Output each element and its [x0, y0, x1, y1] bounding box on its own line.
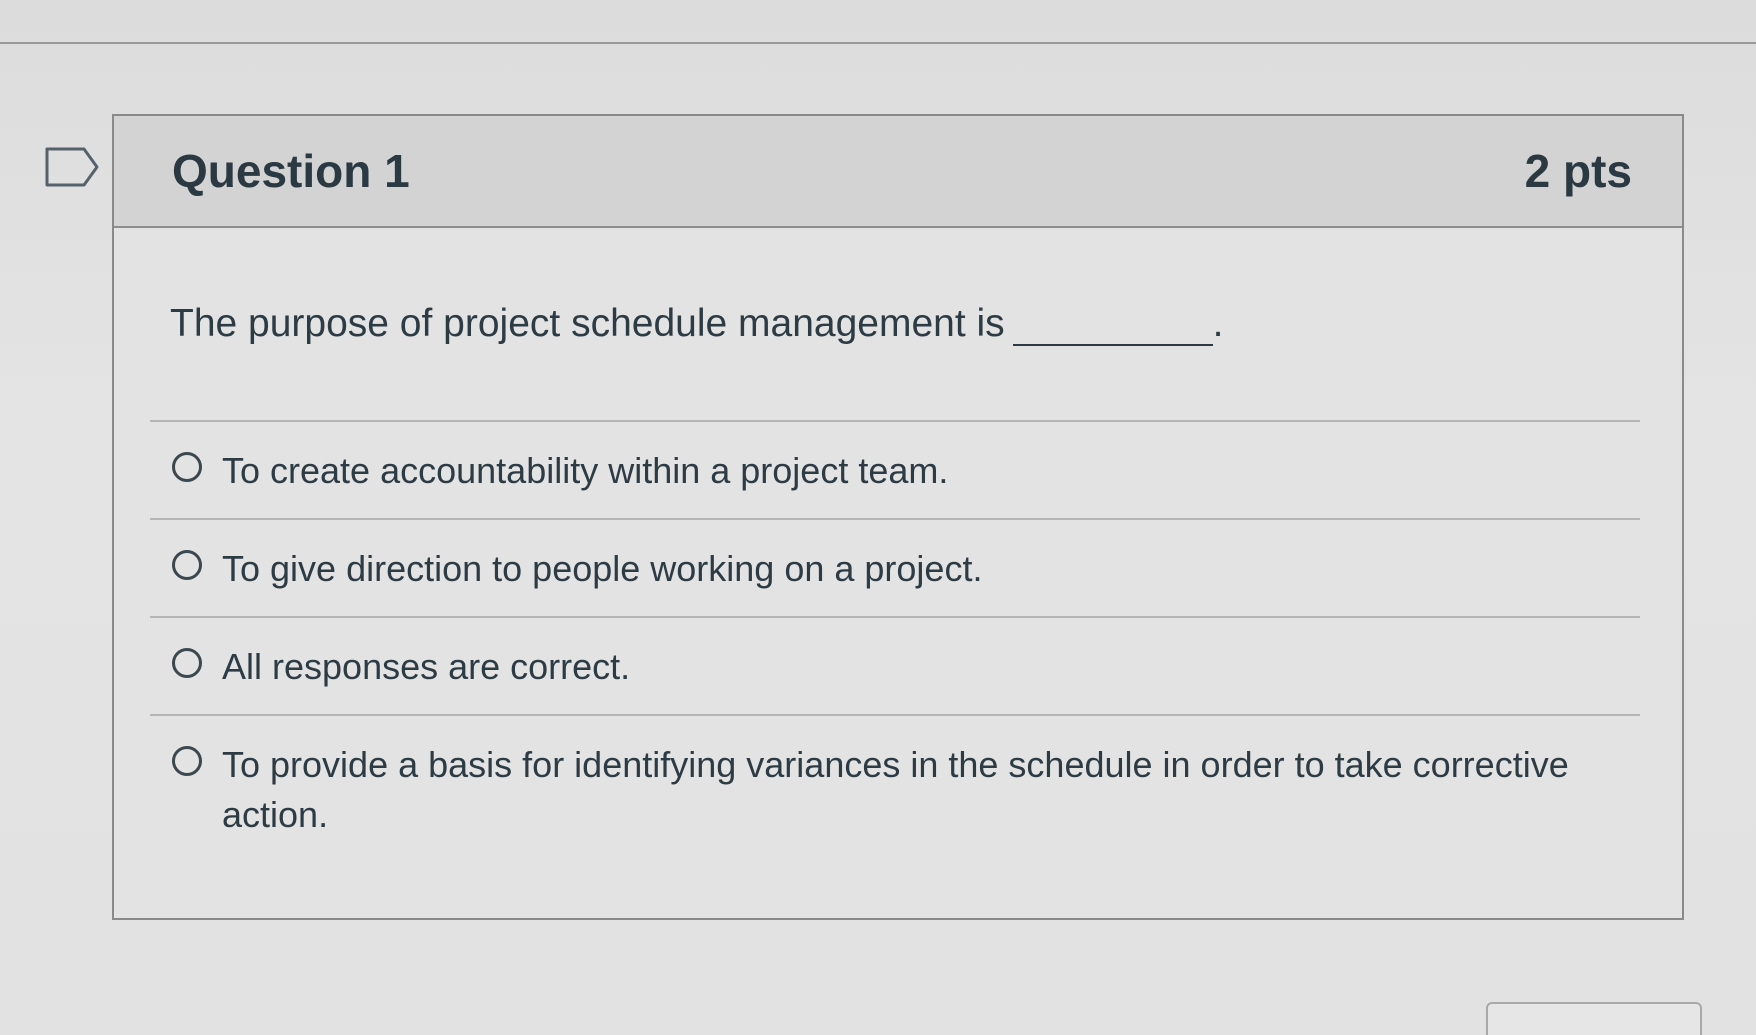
answer-option-4[interactable]: To provide a basis for identifying varia…: [150, 716, 1640, 866]
question-header: Question 1 2 pts: [114, 116, 1682, 228]
question-points: 2 pts: [1524, 145, 1632, 197]
answer-list: To create accountability within a projec…: [150, 420, 1640, 866]
answer-label[interactable]: To provide a basis for identifying varia…: [222, 740, 1602, 840]
answer-label[interactable]: All responses are correct.: [222, 642, 630, 692]
radio-button[interactable]: [172, 452, 202, 482]
quiz-page: Question 1 2 pts The purpose of project …: [0, 0, 1756, 1035]
radio-button[interactable]: [172, 648, 202, 678]
answer-option-3[interactable]: All responses are correct.: [150, 618, 1640, 714]
question-text: The purpose of project schedule manageme…: [170, 302, 1224, 346]
answer-label[interactable]: To give direction to people working on a…: [222, 544, 982, 594]
question-title: Question 1: [172, 145, 410, 197]
question-prompt: The purpose of project schedule manageme…: [170, 302, 1005, 345]
radio-button[interactable]: [172, 550, 202, 580]
answer-option-2[interactable]: To give direction to people working on a…: [150, 520, 1640, 616]
question-card: Question 1 2 pts The purpose of project …: [112, 114, 1684, 920]
answer-label[interactable]: To create accountability within a projec…: [222, 446, 948, 496]
radio-button[interactable]: [172, 746, 202, 776]
next-button[interactable]: [1486, 1002, 1702, 1035]
answer-option-1[interactable]: To create accountability within a projec…: [150, 422, 1640, 518]
flag-question-icon[interactable]: [44, 146, 100, 188]
answer-blank: [1012, 306, 1213, 346]
top-divider: [0, 42, 1756, 44]
question-prompt-end: .: [1212, 302, 1224, 345]
